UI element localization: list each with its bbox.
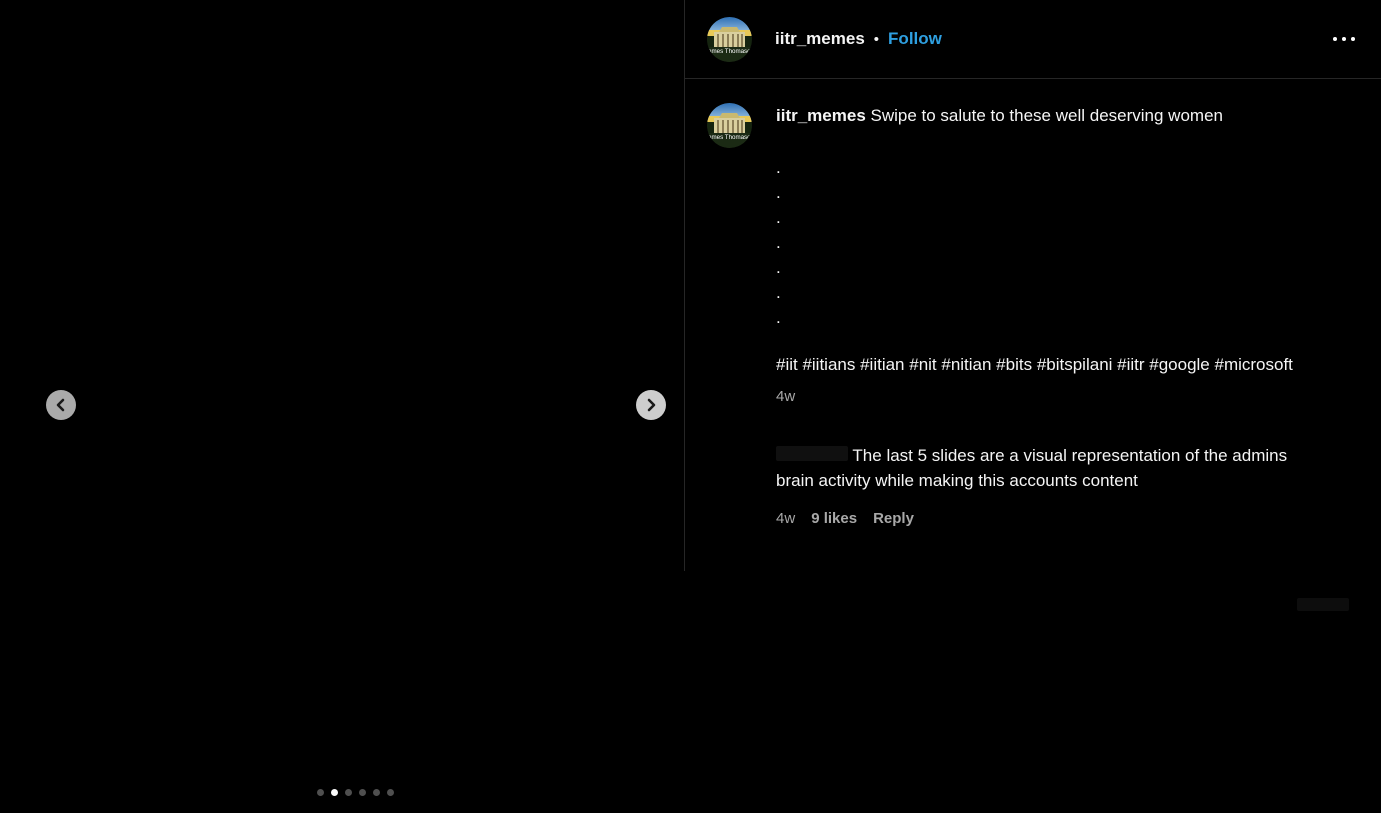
comment: The last 5 slides are a visual represent… bbox=[707, 443, 1357, 531]
carousel-dot[interactable] bbox=[387, 789, 394, 796]
carousel-dot[interactable] bbox=[345, 789, 352, 796]
caption-dot-line: . bbox=[776, 180, 1316, 205]
carousel-next-button[interactable] bbox=[636, 390, 666, 420]
caption-avatar[interactable]: James Thomason bbox=[707, 103, 752, 148]
follow-button[interactable]: Follow bbox=[888, 29, 942, 49]
carousel-dot[interactable] bbox=[373, 789, 380, 796]
profile-avatar[interactable]: James Thomason bbox=[707, 17, 752, 62]
carousel-dots bbox=[317, 789, 394, 796]
post-author-username[interactable]: iitr_memes bbox=[775, 29, 865, 49]
username-follow-separator: • bbox=[874, 31, 879, 48]
caption-dot-line: . bbox=[776, 255, 1316, 280]
carousel-dot[interactable] bbox=[359, 789, 366, 796]
avatar-overlay-text: James Thomason bbox=[707, 48, 752, 55]
post-detail-pane: James Thomason iitr_memes • Follow bbox=[685, 0, 1381, 813]
comment-timestamp: 4w bbox=[776, 506, 795, 531]
carousel-prev-button[interactable] bbox=[46, 390, 76, 420]
caption-dot-line: . bbox=[776, 305, 1316, 330]
caption-dot-line: . bbox=[776, 280, 1316, 305]
smudge-artifact bbox=[1297, 598, 1349, 611]
carousel-dot[interactable] bbox=[317, 789, 324, 796]
caption-hashtags[interactable]: #iit #iitians #iitian #nit #nitian #bits… bbox=[776, 352, 1316, 377]
ellipsis-icon bbox=[1333, 37, 1355, 41]
post-header: James Thomason iitr_memes • Follow bbox=[685, 0, 1381, 79]
carousel-dot-active[interactable] bbox=[331, 789, 338, 796]
comment-text-line: The last 5 slides are a visual represent… bbox=[776, 443, 1316, 493]
comment-meta: 4w 9 likes Reply bbox=[776, 506, 1316, 531]
caption-text: Swipe to salute to these well deserving … bbox=[866, 106, 1223, 125]
caption-text-line: iitr_memes Swipe to salute to these well… bbox=[776, 103, 1316, 128]
caption-timestamp: 4w bbox=[776, 389, 1316, 405]
caption-dot-line: . bbox=[776, 155, 1316, 180]
svg-text:James Thomason: James Thomason bbox=[707, 134, 752, 141]
redacted-username bbox=[776, 446, 848, 461]
comments-section: James Thomason iitr_memes Swipe to salut… bbox=[685, 79, 1381, 531]
comment-text: The last 5 slides are a visual represent… bbox=[776, 446, 1287, 490]
post-modal: James Thomason iitr_memes • Follow bbox=[0, 0, 1381, 813]
caption-dot-lines: ....... bbox=[776, 155, 1316, 330]
caption-body: iitr_memes Swipe to salute to these well… bbox=[776, 103, 1316, 405]
caption-dot-line: . bbox=[776, 230, 1316, 255]
caption-dot-line: . bbox=[776, 205, 1316, 230]
chevron-left-icon bbox=[54, 398, 68, 412]
more-options-button[interactable] bbox=[1331, 31, 1357, 47]
comment-body: The last 5 slides are a visual represent… bbox=[776, 443, 1316, 531]
comment-likes-count[interactable]: 9 likes bbox=[811, 510, 857, 527]
caption-comment: James Thomason iitr_memes Swipe to salut… bbox=[707, 103, 1357, 405]
caption-username[interactable]: iitr_memes bbox=[776, 106, 866, 125]
comment-reply-button[interactable]: Reply bbox=[873, 510, 914, 527]
chevron-right-icon bbox=[644, 398, 658, 412]
carousel-media[interactable] bbox=[0, 0, 684, 813]
